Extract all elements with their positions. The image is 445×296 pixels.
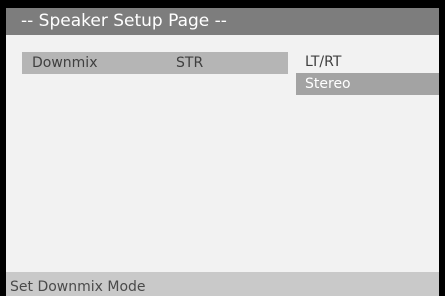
setting-value: STR [176,55,204,71]
option-lt-rt[interactable]: LT/RT [296,51,439,73]
setting-label: Downmix [32,55,98,71]
option-stereo[interactable]: Stereo [296,73,439,95]
page-title: -- Speaker Setup Page -- [6,8,439,35]
downmix-setting-row[interactable]: Downmix STR [22,52,288,74]
status-hint: Set Downmix Mode [6,272,439,296]
setup-menu-screen: -- Speaker Setup Page -- Downmix STR LT/… [6,8,439,296]
